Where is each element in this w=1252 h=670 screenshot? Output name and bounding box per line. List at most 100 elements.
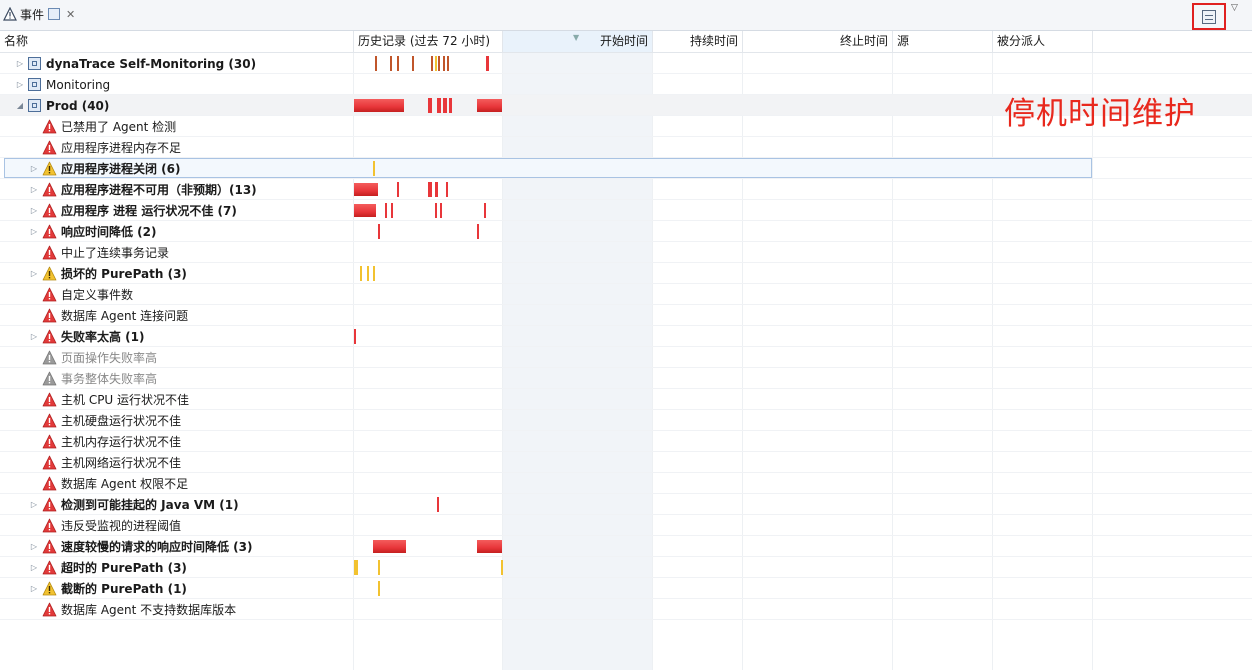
- table-row[interactable]: 主机网络运行状况不佳: [0, 452, 1252, 473]
- history-cell: [354, 116, 502, 137]
- collapse-icon[interactable]: ◢: [14, 101, 26, 110]
- row-name-cell: 数据库 Agent 权限不足: [28, 473, 188, 494]
- expand-icon[interactable]: ▷: [28, 206, 40, 215]
- row-label: 中止了连续事务记录: [61, 246, 170, 260]
- row-label: 应用程序 进程 运行状况不佳 (7): [61, 204, 237, 218]
- history-cell: [354, 74, 502, 95]
- history-cell: [354, 263, 502, 284]
- table-row[interactable]: 应用程序进程内存不足: [0, 137, 1252, 158]
- table-row[interactable]: 数据库 Agent 权限不足: [0, 473, 1252, 494]
- row-name-cell: ▷ 超时的 PurePath (3): [28, 557, 187, 578]
- row-label: 应用程序进程关闭 (6): [61, 162, 181, 176]
- column-header-start-time[interactable]: ▼ 开始时间: [503, 31, 653, 52]
- tab-title: 事件: [20, 7, 45, 22]
- column-header-history[interactable]: 历史记录 (过去 72 小时): [354, 31, 503, 52]
- severe-alert-icon: [42, 539, 57, 554]
- column-header-name[interactable]: 名称: [0, 31, 354, 52]
- row-name-cell: ▷ dynaTrace Self-Monitoring (30): [14, 53, 256, 74]
- column-header-end-time[interactable]: 终止时间: [743, 31, 893, 52]
- history-cell: [354, 494, 502, 515]
- expand-icon[interactable]: ▷: [28, 500, 40, 509]
- row-label: 应用程序进程不可用（非预期）(13): [61, 183, 257, 197]
- table-row[interactable]: ▷ 检测到可能挂起的 Java VM (1): [0, 494, 1252, 515]
- row-label: 速度较慢的请求的响应时间降低 (3): [61, 540, 253, 554]
- table-row[interactable]: ▷ 速度较慢的请求的响应时间降低 (3): [0, 536, 1252, 557]
- history-mark: [412, 56, 414, 71]
- history-cell: [354, 389, 502, 410]
- table-row[interactable]: ▷ 损坏的 PurePath (3): [0, 263, 1252, 284]
- table-row[interactable]: 主机 CPU 运行状况不佳: [0, 389, 1252, 410]
- row-name-cell: 主机 CPU 运行状况不佳: [28, 389, 189, 410]
- table-row[interactable]: ▷ 截断的 PurePath (1): [0, 578, 1252, 599]
- expand-icon[interactable]: ▷: [28, 584, 40, 593]
- history-cell: [354, 53, 502, 74]
- history-mark: [375, 56, 377, 71]
- row-label: 已禁用了 Agent 检测: [61, 120, 177, 134]
- severe-alert-icon: [42, 308, 57, 323]
- history-mark: [428, 98, 432, 113]
- tab-events[interactable]: 事件 ✕: [0, 2, 92, 26]
- view-menu-button[interactable]: [1192, 3, 1226, 30]
- history-mark: [435, 203, 437, 218]
- expand-icon[interactable]: ▷: [14, 80, 26, 89]
- row-name-cell: 事务整体失败率高: [28, 368, 157, 389]
- warning-triangle-icon: [3, 7, 17, 21]
- table-row[interactable]: ▷ 响应时间降低 (2): [0, 221, 1252, 242]
- row-label: 主机网络运行状况不佳: [61, 456, 182, 470]
- severe-alert-icon: [42, 497, 57, 512]
- severe-alert-icon: [42, 287, 57, 302]
- expand-icon[interactable]: ▷: [28, 185, 40, 194]
- expand-icon[interactable]: ▷: [14, 59, 26, 68]
- table-row[interactable]: ▷ 超时的 PurePath (3): [0, 557, 1252, 578]
- table-row[interactable]: ▷ 应用程序 进程 运行状况不佳 (7): [0, 200, 1252, 221]
- expand-icon[interactable]: ▷: [28, 269, 40, 278]
- expand-icon[interactable]: ▷: [28, 332, 40, 341]
- view-menu-icon: [1202, 9, 1216, 24]
- table-row[interactable]: 主机内存运行状况不佳: [0, 431, 1252, 452]
- table-row[interactable]: ▷ dynaTrace Self-Monitoring (30): [0, 53, 1252, 74]
- row-label: 事务整体失败率高: [61, 372, 158, 386]
- table-row[interactable]: 页面操作失败率高: [0, 347, 1252, 368]
- row-label: 主机 CPU 运行状况不佳: [61, 393, 190, 407]
- table-row[interactable]: 主机硬盘运行状况不佳: [0, 410, 1252, 431]
- chevron-down-icon[interactable]: ▽: [1231, 3, 1238, 13]
- table-row[interactable]: ▷ 失败率太高 (1): [0, 326, 1252, 347]
- history-cell: [354, 473, 502, 494]
- table-row[interactable]: 数据库 Agent 不支持数据库版本: [0, 599, 1252, 620]
- expand-icon[interactable]: ▷: [28, 164, 40, 173]
- history-mark: [360, 266, 362, 281]
- history-mark: [390, 56, 392, 71]
- history-mark: [354, 183, 378, 196]
- history-mark: [435, 182, 438, 197]
- view-pin-icon[interactable]: [48, 8, 61, 20]
- sort-descending-icon: ▼: [573, 33, 580, 42]
- expand-icon[interactable]: ▷: [28, 542, 40, 551]
- history-cell: [354, 452, 502, 473]
- row-name-cell: 页面操作失败率高: [28, 347, 157, 368]
- table-row[interactable]: 自定义事件数: [0, 284, 1252, 305]
- column-header-source[interactable]: 源: [893, 31, 993, 52]
- table-row[interactable]: ▷ 应用程序进程关闭 (6): [0, 158, 1252, 179]
- table-row[interactable]: 中止了连续事务记录: [0, 242, 1252, 263]
- history-mark: [378, 581, 380, 596]
- history-cell: [354, 284, 502, 305]
- expand-icon[interactable]: ▷: [28, 227, 40, 236]
- row-name-cell: 自定义事件数: [28, 284, 133, 305]
- expand-icon[interactable]: ▷: [28, 563, 40, 572]
- severe-alert-icon: [42, 518, 57, 533]
- history-mark: [354, 560, 358, 575]
- table-row[interactable]: ▷ 应用程序进程不可用（非预期）(13): [0, 179, 1252, 200]
- row-label: 损坏的 PurePath (3): [61, 267, 187, 281]
- table-row[interactable]: 数据库 Agent 连接问题: [0, 305, 1252, 326]
- table-row[interactable]: 违反受监视的进程阈值: [0, 515, 1252, 536]
- column-header-assignee[interactable]: 被分派人: [993, 31, 1093, 52]
- events-table: ▷ dynaTrace Self-Monitoring (30) ▷ Monitori…: [0, 53, 1252, 670]
- close-icon[interactable]: ✕: [66, 8, 75, 21]
- history-cell: [354, 221, 502, 242]
- system-profile-icon: [28, 78, 41, 91]
- row-label: dynaTrace Self-Monitoring (30): [46, 56, 257, 71]
- column-header-duration[interactable]: 持续时间: [653, 31, 743, 52]
- table-row[interactable]: 事务整体失败率高: [0, 368, 1252, 389]
- history-mark: [501, 560, 503, 575]
- history-mark: [449, 98, 452, 113]
